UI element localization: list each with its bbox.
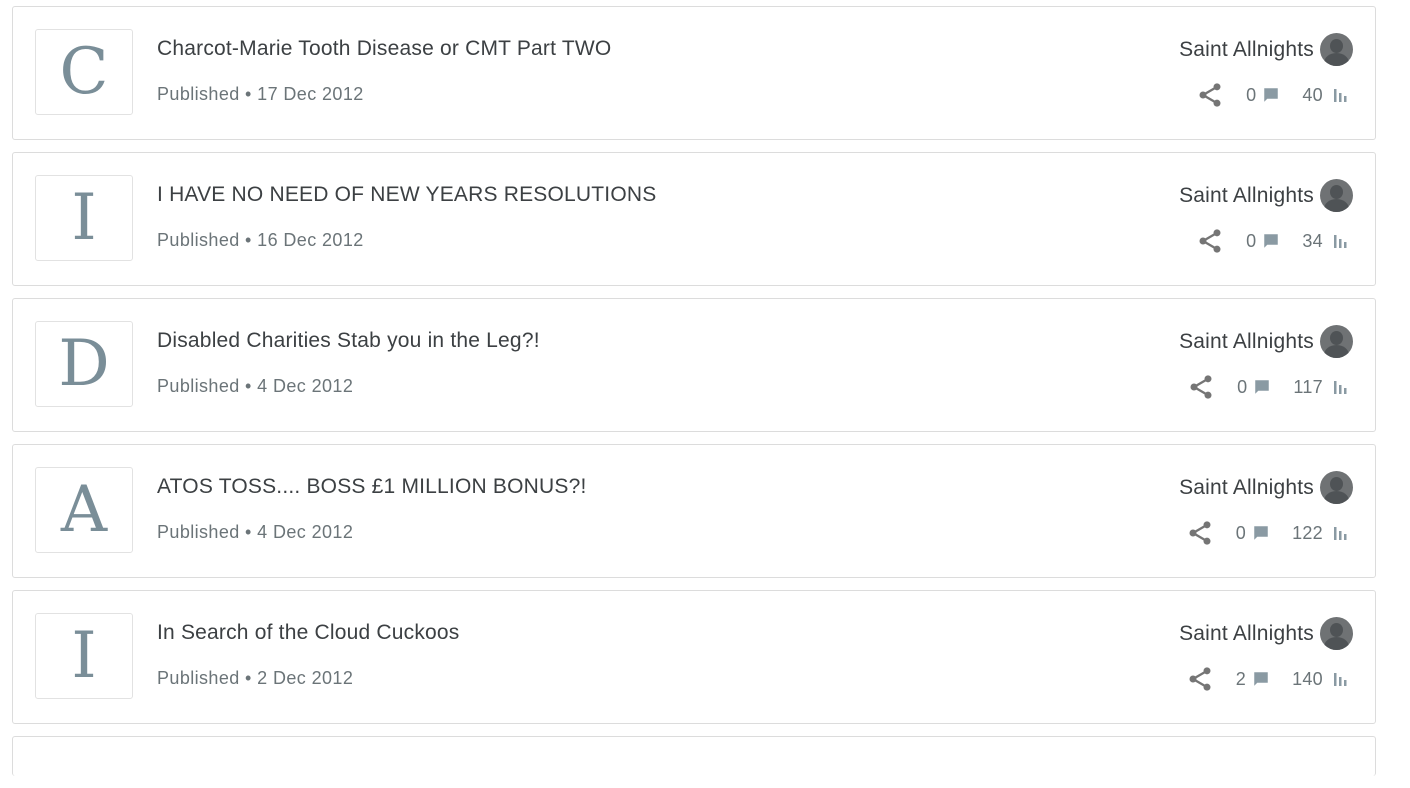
author-name[interactable]: Saint Allnights: [1179, 622, 1314, 646]
author-name[interactable]: Saint Allnights: [1179, 184, 1314, 208]
share-icon[interactable]: [1187, 373, 1215, 401]
bar-chart-icon: [1334, 89, 1347, 102]
post-stats: 0 40: [1196, 81, 1349, 109]
view-count: 140: [1292, 668, 1323, 689]
comment-icon[interactable]: [1262, 232, 1280, 250]
author-name[interactable]: Saint Allnights: [1179, 476, 1314, 500]
comment-icon[interactable]: [1253, 378, 1271, 396]
post-published-date: Published • 16 Dec 2012: [157, 230, 364, 250]
post-stats: 0 117: [1187, 373, 1349, 401]
share-icon[interactable]: [1196, 227, 1224, 255]
post-thumbnail[interactable]: C: [35, 29, 133, 115]
post-stats: 0 34: [1196, 227, 1349, 255]
post-card[interactable]: I I HAVE NO NEED OF NEW YEARS RESOLUTION…: [12, 152, 1376, 286]
comment-icon[interactable]: [1252, 524, 1270, 542]
post-list: C Charcot-Marie Tooth Disease or CMT Par…: [12, 6, 1376, 788]
bar-chart-icon: [1334, 381, 1347, 394]
comment-icon[interactable]: [1262, 86, 1280, 104]
post-card[interactable]: I In Search of the Cloud Cuckoos Publish…: [12, 590, 1376, 724]
avatar-icon[interactable]: [1320, 179, 1353, 212]
post-author[interactable]: Saint Allnights: [1179, 33, 1353, 66]
comment-count: 0: [1235, 522, 1247, 543]
comment-count: 0: [1246, 84, 1257, 105]
post-thumbnail[interactable]: D: [35, 321, 133, 407]
view-count: 40: [1302, 84, 1323, 105]
bar-chart-icon: [1334, 673, 1347, 686]
avatar-icon[interactable]: [1320, 33, 1353, 66]
post-published-date: Published • 17 Dec 2012: [157, 84, 364, 104]
post-card-partial[interactable]: [12, 736, 1376, 776]
post-author[interactable]: Saint Allnights: [1179, 617, 1353, 650]
post-thumbnail[interactable]: A: [35, 467, 133, 553]
view-count: 122: [1292, 522, 1323, 543]
post-card[interactable]: A ATOS TOSS.... BOSS £1 MILLION BONUS?! …: [12, 444, 1376, 578]
post-published-date: Published • 4 Dec 2012: [157, 376, 354, 396]
post-title[interactable]: I HAVE NO NEED OF NEW YEARS RESOLUTIONS: [157, 183, 656, 207]
comment-icon[interactable]: [1252, 670, 1270, 688]
post-title[interactable]: Charcot-Marie Tooth Disease or CMT Part …: [157, 37, 611, 61]
comment-count: 2: [1235, 668, 1247, 689]
comment-count: 0: [1237, 376, 1248, 397]
avatar-icon[interactable]: [1320, 617, 1353, 650]
post-author[interactable]: Saint Allnights: [1179, 325, 1353, 358]
post-title[interactable]: In Search of the Cloud Cuckoos: [157, 621, 460, 645]
view-count: 117: [1293, 376, 1323, 397]
author-name[interactable]: Saint Allnights: [1179, 38, 1314, 62]
post-card[interactable]: C Charcot-Marie Tooth Disease or CMT Par…: [12, 6, 1376, 140]
post-author[interactable]: Saint Allnights: [1179, 179, 1353, 212]
post-stats: 0 122: [1186, 519, 1349, 547]
post-stats: 2 140: [1186, 665, 1349, 693]
post-thumbnail[interactable]: I: [35, 613, 133, 699]
post-published-date: Published • 2 Dec 2012: [157, 668, 354, 688]
avatar-icon[interactable]: [1320, 471, 1353, 504]
bar-chart-icon: [1334, 527, 1347, 540]
post-card[interactable]: D Disabled Charities Stab you in the Leg…: [12, 298, 1376, 432]
bar-chart-icon: [1334, 235, 1347, 248]
share-icon[interactable]: [1186, 665, 1214, 693]
post-thumbnail[interactable]: I: [35, 175, 133, 261]
comment-count: 0: [1246, 230, 1257, 251]
author-name[interactable]: Saint Allnights: [1179, 330, 1314, 354]
share-icon[interactable]: [1196, 81, 1224, 109]
post-title[interactable]: ATOS TOSS.... BOSS £1 MILLION BONUS?!: [157, 475, 587, 499]
post-author[interactable]: Saint Allnights: [1179, 471, 1353, 504]
avatar-icon[interactable]: [1320, 325, 1353, 358]
post-title[interactable]: Disabled Charities Stab you in the Leg?!: [157, 329, 540, 353]
share-icon[interactable]: [1186, 519, 1214, 547]
view-count: 34: [1302, 230, 1323, 251]
post-published-date: Published • 4 Dec 2012: [157, 522, 354, 542]
